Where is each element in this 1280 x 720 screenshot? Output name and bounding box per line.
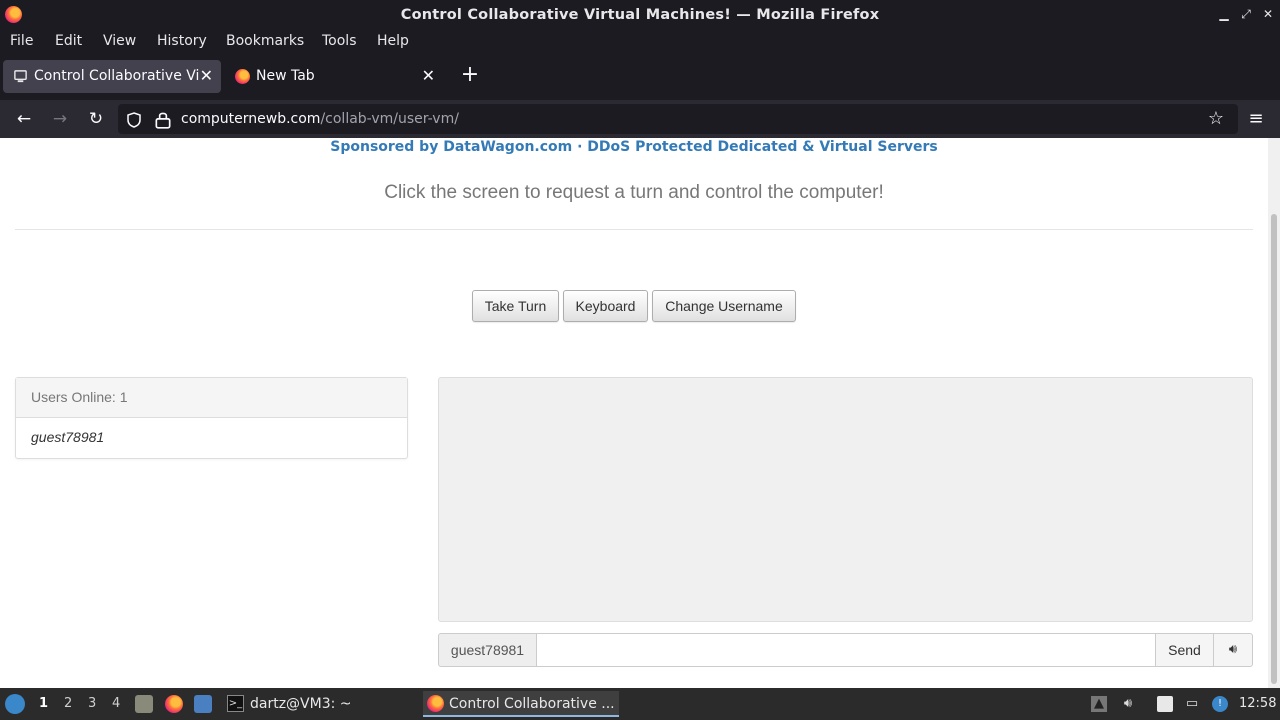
tab-label: Control Collaborative Virtual Machines!	[34, 68, 200, 84]
shield-icon[interactable]	[125, 110, 143, 130]
menu-bookmarks[interactable]: Bookmarks	[226, 33, 304, 49]
menu-file[interactable]: File	[10, 33, 33, 49]
start-menu-icon[interactable]	[5, 694, 25, 714]
minimize-icon[interactable]: ▁	[1217, 6, 1231, 22]
taskbar: 1 2 3 4 >_ dartz@VM3: ~ Control Collabor…	[0, 688, 1280, 720]
file-manager-icon[interactable]	[135, 695, 153, 713]
workspace-2[interactable]: 2	[64, 696, 72, 711]
menu-edit[interactable]: Edit	[55, 33, 82, 49]
task-label: Control Collaborative ...	[449, 696, 615, 712]
turn-prompt: Click the screen to request a turn and c…	[384, 182, 884, 203]
tab-label: New Tab	[256, 68, 315, 84]
tray-volume-icon[interactable]: 🔊︎	[1120, 696, 1136, 712]
divider	[15, 229, 1253, 230]
desktop-icon[interactable]	[194, 695, 212, 713]
terminal-icon: >_	[227, 695, 244, 712]
workspace-1[interactable]: 1	[39, 696, 48, 711]
user-list-item[interactable]: guest78981	[16, 418, 407, 456]
sponsor-link[interactable]: Sponsored by DataWagon.com · DDoS Protec…	[0, 139, 1268, 155]
workspace-3[interactable]: 3	[88, 696, 96, 711]
tab-strip: Control Collaborative Virtual Machines! …	[0, 56, 1280, 100]
firefox-favicon-icon	[235, 69, 250, 84]
collabvm-favicon-icon	[14, 70, 27, 83]
users-online-heading: Users Online: 1	[16, 378, 407, 418]
keyboard-button[interactable]: Keyboard	[563, 290, 648, 322]
task-firefox[interactable]: Control Collaborative ...	[423, 691, 619, 717]
menu-history[interactable]: History	[157, 33, 207, 49]
chat-log[interactable]	[438, 377, 1253, 622]
tray-network-icon[interactable]: ▭	[1184, 696, 1200, 712]
task-terminal[interactable]: >_ dartz@VM3: ~	[224, 691, 414, 717]
menu-bar: File Edit View History Bookmarks Tools H…	[0, 30, 1280, 54]
chat-username-label: guest78981	[438, 633, 537, 667]
new-tab-plus-icon[interactable]: +	[459, 64, 481, 86]
reload-icon[interactable]: ↻	[85, 108, 107, 130]
chat-input-group: guest78981 Send 🔊︎	[438, 633, 1253, 667]
url-path: /collab-vm/user-vm/	[320, 111, 459, 127]
firefox-launcher-icon[interactable]	[165, 695, 183, 713]
task-label: dartz@VM3: ~	[250, 696, 352, 712]
take-turn-button[interactable]: Take Turn	[472, 290, 559, 322]
forward-arrow-icon[interactable]: →	[49, 108, 71, 130]
users-online-panel: Users Online: 1 guest78981	[15, 377, 408, 459]
scrollbar-thumb[interactable]	[1271, 214, 1277, 684]
url-bar[interactable]: computernewb.com/collab-vm/user-vm/ ☆	[118, 104, 1238, 134]
title-bar: Control Collaborative Virtual Machines! …	[0, 0, 1280, 30]
tab-control-collaborative[interactable]: Control Collaborative Virtual Machines! …	[3, 60, 221, 93]
url-host: computernewb.com	[181, 111, 321, 127]
tray-clipboard-icon[interactable]	[1157, 696, 1173, 712]
volume-icon[interactable]: 🔊︎	[1213, 633, 1253, 667]
change-username-button[interactable]: Change Username	[652, 290, 796, 322]
web-page: Sponsored by DataWagon.com · DDoS Protec…	[0, 138, 1268, 688]
close-window-icon[interactable]: ✕	[1261, 6, 1275, 22]
send-button[interactable]: Send	[1155, 633, 1214, 667]
chat-message-input[interactable]	[536, 633, 1156, 667]
firefox-task-icon	[427, 695, 444, 712]
window-title: Control Collaborative Virtual Machines! …	[400, 7, 880, 23]
tab-new-tab[interactable]: New Tab ✕	[225, 60, 443, 93]
lock-icon[interactable]	[154, 110, 172, 130]
bookmark-star-icon[interactable]: ☆	[1207, 109, 1225, 129]
tray-updates-icon[interactable]: ▲	[1091, 696, 1107, 712]
menu-tools[interactable]: Tools	[322, 33, 357, 49]
close-tab-icon[interactable]: ✕	[200, 66, 213, 85]
tray-notification-icon[interactable]: !	[1212, 696, 1228, 712]
hamburger-menu-icon[interactable]: ≡	[1245, 108, 1267, 130]
menu-help[interactable]: Help	[377, 33, 409, 49]
clock: 12:58	[1239, 696, 1277, 711]
close-tab-icon[interactable]: ✕	[422, 66, 435, 85]
page-scrollbar[interactable]	[1268, 138, 1280, 688]
maximize-icon[interactable]: ⤢	[1239, 6, 1253, 22]
url-text[interactable]: computernewb.com/collab-vm/user-vm/	[181, 111, 459, 127]
menu-view[interactable]: View	[103, 33, 136, 49]
workspace-4[interactable]: 4	[112, 696, 120, 711]
back-arrow-icon[interactable]: ←	[13, 108, 35, 130]
navigation-toolbar: ← → ↻ computernewb.com/collab-vm/user-vm…	[0, 100, 1280, 138]
